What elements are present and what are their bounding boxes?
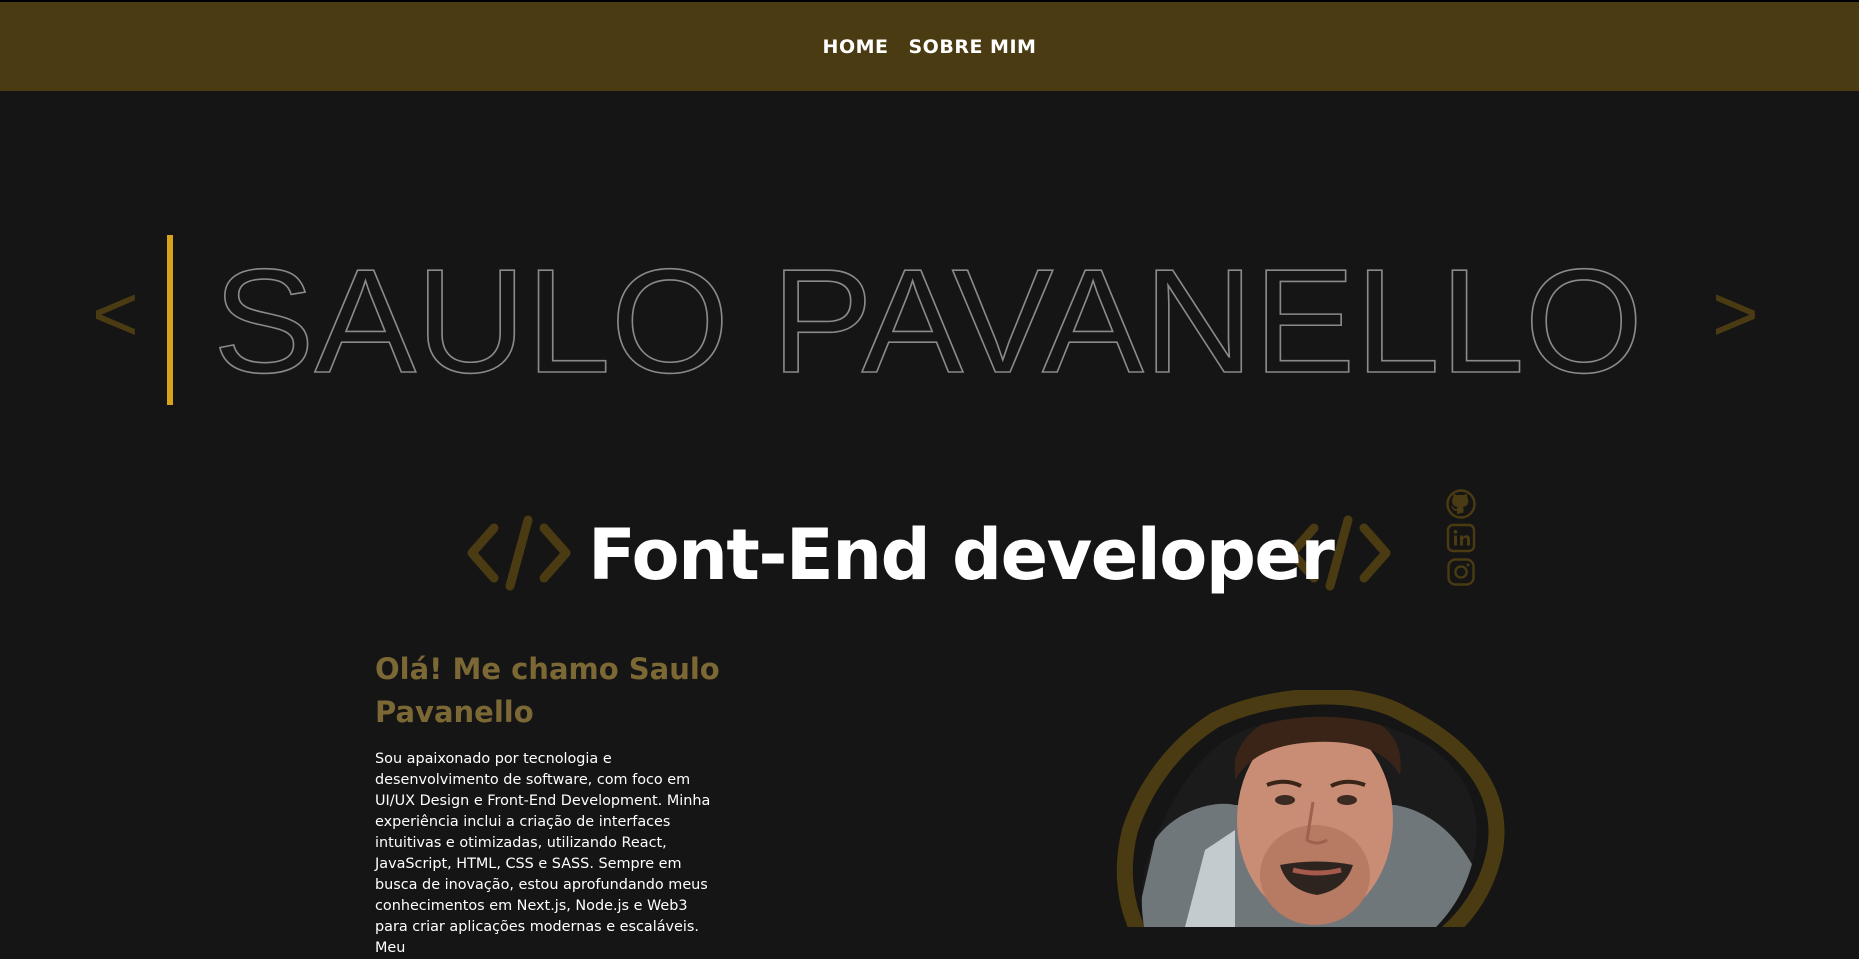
github-icon[interactable] xyxy=(1446,489,1476,519)
avatar-illustration xyxy=(1116,690,1505,927)
hero-name: < SAULO PAVANELLO > xyxy=(0,230,1859,410)
text-cursor xyxy=(167,235,173,405)
navbar: HOME SOBRE MIM xyxy=(0,2,1859,91)
about-title: Olá! Me chamo Saulo Pavanello xyxy=(375,652,720,729)
about-text: Sou apaixonado por tecnologia e desenvol… xyxy=(375,751,711,956)
linkedin-icon[interactable] xyxy=(1446,523,1476,553)
social-links xyxy=(1446,489,1476,591)
hero-right-chevron: > xyxy=(1712,269,1759,358)
role-title: Font-End developer xyxy=(588,514,1335,596)
avatar xyxy=(1095,690,1515,927)
instagram-icon[interactable] xyxy=(1446,557,1476,587)
hero-name-text: SAULO PAVANELLO xyxy=(213,239,1643,404)
code-tag-left-icon xyxy=(467,515,571,591)
hero-left-chevron: < xyxy=(92,269,139,358)
hero-name-svg: < SAULO PAVANELLO > xyxy=(92,238,1759,405)
nav-link-sobre-mim[interactable]: SOBRE MIM xyxy=(909,36,1037,58)
nav-link-home[interactable]: HOME xyxy=(823,36,889,58)
